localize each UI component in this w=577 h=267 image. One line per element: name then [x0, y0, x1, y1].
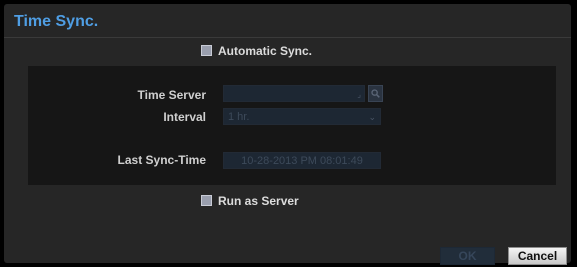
last-sync-time-label: Last Sync-Time: [117, 153, 206, 167]
time-server-input[interactable]: ⌟: [223, 85, 365, 102]
interval-value: 1 hr.: [228, 111, 250, 123]
interval-select[interactable]: 1 hr. ⌄: [223, 108, 381, 125]
checkbox-icon: [201, 195, 212, 207]
run-as-server-checkbox[interactable]: Run as Server: [201, 193, 299, 208]
ok-button[interactable]: OK: [440, 247, 495, 265]
run-as-server-label: Run as Server: [218, 193, 299, 208]
dialog-title: Time Sync.: [14, 13, 99, 30]
search-icon: [371, 89, 380, 98]
sync-settings-panel: Time Server ⌟ Interval 1 hr. ⌄ Last Sync…: [28, 66, 556, 185]
checkbox-icon: [201, 45, 212, 57]
title-divider: [4, 37, 571, 38]
automatic-sync-label: Automatic Sync.: [218, 43, 313, 58]
time-server-search-button[interactable]: [368, 85, 383, 102]
time-sync-dialog: Time Sync. Automatic Sync. Time Server ⌟…: [4, 4, 571, 265]
input-corner-icon: ⌟: [357, 90, 361, 99]
automatic-sync-checkbox[interactable]: Automatic Sync.: [201, 43, 312, 58]
time-server-label: Time Server: [137, 88, 207, 102]
last-sync-time-value: 10-28-2013 PM 08:01:49: [241, 155, 363, 167]
chevron-down-icon: ⌄: [368, 112, 376, 122]
interval-label: Interval: [163, 110, 206, 124]
last-sync-time-field: 10-28-2013 PM 08:01:49: [223, 152, 381, 169]
cancel-button[interactable]: Cancel: [508, 247, 567, 265]
